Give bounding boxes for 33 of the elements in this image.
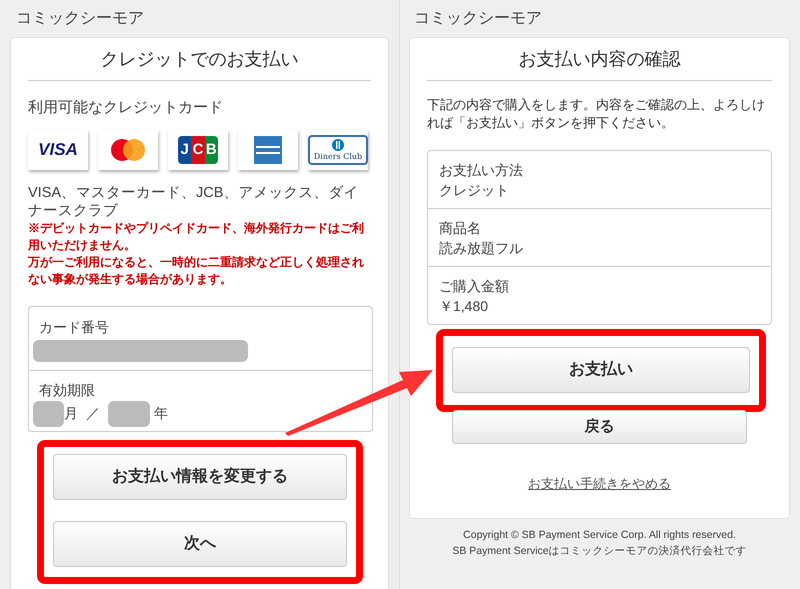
cards-text: VISA、マスターカード、JCB、アメックス、ダイナースクラブ bbox=[28, 184, 360, 220]
action-button[interactable]: お支払い情報を変更する bbox=[53, 454, 347, 500]
mastercard-logo bbox=[109, 138, 147, 162]
page-title: お支払い内容の確認 bbox=[427, 38, 772, 81]
field-label: カード番号 bbox=[39, 318, 110, 336]
field-label: 有効期限 bbox=[39, 380, 96, 400]
masked-field bbox=[108, 400, 150, 426]
detail-value: 読み放題フル bbox=[439, 239, 524, 258]
warning-text: 万が一ご利用になると、一時的に二重請求など正しく処理されない事象が発生する場合があります。 bbox=[28, 254, 365, 288]
footer-text: Copyright © SB Payment Service Corp. All rights reserved. bbox=[463, 528, 736, 543]
page-title: クレジットでのお支払い bbox=[28, 38, 371, 81]
detail-label: 商品名 bbox=[439, 219, 482, 238]
amex-logo bbox=[254, 136, 282, 164]
warning-text: ※デビットカードやプリペイドカード、海外発行カードはご利用いただけません。 bbox=[28, 220, 365, 254]
back-button[interactable]: 戻る bbox=[452, 410, 747, 444]
footer-text: SB Payment Serviceはコミックシーモアの決済代行会社です bbox=[452, 544, 747, 559]
description-text: 下記の内容で購入をします。内容をご確認の上、よろしければ「お支払い」ボタンを押下ください。 bbox=[427, 96, 766, 132]
action-button[interactable]: 次へ bbox=[53, 520, 347, 566]
section-heading: 利用可能なクレジットカード bbox=[28, 98, 224, 118]
masked-field bbox=[33, 400, 64, 426]
detail-label: お支払い方法 bbox=[439, 161, 524, 180]
detail-value: クレジット bbox=[439, 181, 510, 200]
visa-logo: VISA bbox=[38, 141, 78, 158]
unit-label: 年 bbox=[154, 404, 168, 423]
detail-label: ご購入金額 bbox=[439, 277, 510, 296]
detail-value: ￥1,480 bbox=[439, 297, 490, 316]
pay-button[interactable]: お支払い bbox=[452, 347, 750, 393]
unit-label: 月 bbox=[64, 404, 78, 423]
diners-club-logo: Diners Club bbox=[308, 134, 368, 164]
site-name: コミックシーモア bbox=[413, 9, 543, 29]
separator-text: ／ bbox=[86, 404, 100, 423]
cancel-link[interactable]: お支払い手続きをやめる bbox=[528, 476, 671, 491]
site-name: コミックシーモア bbox=[15, 9, 145, 29]
